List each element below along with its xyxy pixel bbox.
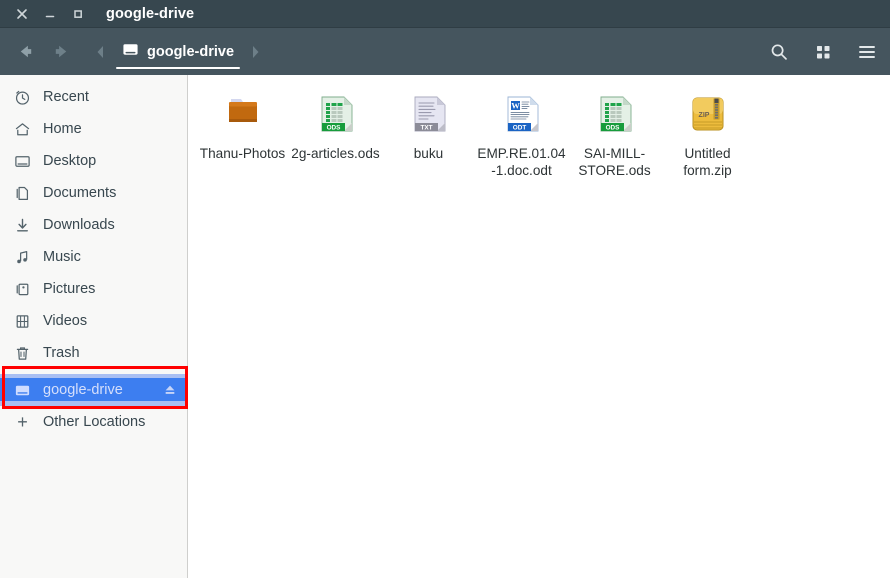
chevron-right-icon	[253, 45, 259, 58]
file-name: Thanu-Photos	[199, 146, 286, 161]
txt-file-icon: TXT	[404, 89, 454, 139]
back-button[interactable]	[10, 37, 40, 67]
sidebar-item-label: Trash	[43, 345, 80, 361]
toolbar-actions	[764, 28, 882, 75]
file-manager-window: google-drive google-drive Recent Home De…	[0, 0, 890, 578]
odt-file-icon: W ODT	[497, 89, 547, 139]
svg-text:TXT: TXT	[420, 124, 432, 131]
grid-view-icon	[817, 45, 830, 58]
file-item[interactable]: TXT buku	[382, 85, 475, 186]
chevron-left-icon	[97, 45, 103, 58]
sidebar: Recent Home Desktop Documents Downloads …	[0, 75, 188, 578]
svg-text:ZIP: ZIP	[698, 112, 709, 119]
minimize-icon	[45, 15, 55, 17]
folder-icon	[218, 89, 268, 139]
drive-icon	[14, 382, 31, 399]
sidebar-item-label: google-drive	[43, 382, 123, 398]
file-item[interactable]: Thanu-Photos	[196, 85, 289, 186]
file-name: SAI-MILL-STORE.ods	[578, 146, 651, 179]
file-name: 2g-articles.ods	[291, 146, 380, 161]
breadcrumb-label: google-drive	[147, 43, 235, 60]
trash-icon	[14, 345, 31, 362]
sidebar-item-trash[interactable]: Trash	[0, 337, 187, 369]
zip-file-icon: ZIP	[683, 89, 733, 139]
sidebar-item-home[interactable]: Home	[0, 113, 187, 145]
forward-button[interactable]	[46, 37, 76, 67]
sidebar-item-google-drive[interactable]: google-drive	[0, 374, 187, 406]
file-name: Untitled form.zip	[683, 146, 732, 179]
pathbar: google-drive	[92, 28, 264, 75]
toolbar: google-drive	[0, 28, 890, 75]
close-button[interactable]	[8, 0, 36, 28]
svg-text:W: W	[511, 100, 520, 110]
plus-icon: +	[17, 412, 28, 432]
sidebar-item-label: Downloads	[43, 217, 115, 233]
clock-icon	[14, 89, 31, 106]
pathbar-scroll-right-button[interactable]	[246, 28, 264, 75]
pathbar-scroll-left-button[interactable]	[92, 28, 110, 75]
arrow-left-icon	[20, 45, 31, 58]
sidebar-item-recent[interactable]: Recent	[0, 81, 187, 113]
titlebar: google-drive	[0, 0, 890, 28]
sidebar-item-label: Other Locations	[43, 414, 146, 430]
ods-file-icon: ODS	[590, 89, 640, 139]
downloads-icon	[14, 217, 31, 234]
svg-text:ODS: ODS	[326, 124, 341, 131]
minimize-button[interactable]	[36, 0, 64, 28]
sidebar-item-desktop[interactable]: Desktop	[0, 145, 187, 177]
maximize-button[interactable]	[64, 0, 92, 28]
sidebar-item-label: Home	[43, 121, 82, 137]
main-menu-button[interactable]	[852, 37, 882, 67]
sidebar-item-label: Videos	[43, 313, 88, 329]
sidebar-item-pictures[interactable]: Pictures	[0, 273, 187, 305]
desktop-icon	[14, 153, 31, 170]
videos-icon	[14, 313, 31, 330]
documents-icon	[14, 185, 31, 202]
maximize-icon	[74, 9, 82, 18]
svg-text:ODT: ODT	[512, 124, 526, 131]
home-icon	[14, 121, 31, 138]
sidebar-item-label: Desktop	[43, 153, 97, 169]
pictures-icon	[14, 281, 31, 298]
file-name: EMP.RE.01.04-1.doc.odt	[477, 146, 566, 179]
file-name: buku	[413, 146, 444, 161]
icon-view-grid: Thanu-Photos ODS 2g-articles.ods TXT buk…	[188, 81, 890, 186]
drive-icon	[122, 41, 139, 63]
svg-text:ODS: ODS	[605, 124, 620, 131]
file-item[interactable]: ZIP Untitled form.zip	[661, 85, 754, 186]
ods-file-icon: ODS	[311, 89, 361, 139]
eject-icon[interactable]	[161, 381, 179, 399]
file-item[interactable]: W ODT EMP.RE.01.04-1.doc.odt	[475, 85, 568, 186]
sidebar-item-videos[interactable]: Videos	[0, 305, 187, 337]
window-title: google-drive	[106, 5, 195, 22]
sidebar-item-label: Pictures	[43, 281, 96, 297]
sidebar-item-downloads[interactable]: Downloads	[0, 209, 187, 241]
search-button[interactable]	[764, 37, 794, 67]
search-icon	[771, 43, 787, 60]
sidebar-item-music[interactable]: Music	[0, 241, 187, 273]
close-icon	[17, 8, 27, 19]
view-options-button[interactable]	[808, 37, 838, 67]
breadcrumb-google-drive[interactable]: google-drive	[110, 28, 246, 75]
sidebar-item-other-locations[interactable]: + Other Locations	[0, 406, 187, 438]
navigation-buttons	[0, 37, 76, 67]
sidebar-item-documents[interactable]: Documents	[0, 177, 187, 209]
files-pane[interactable]: Thanu-Photos ODS 2g-articles.ods TXT buk…	[188, 75, 890, 578]
sidebar-item-label: Music	[43, 249, 81, 265]
music-icon	[14, 249, 31, 266]
sidebar-item-label: Recent	[43, 89, 89, 105]
window-body: Recent Home Desktop Documents Downloads …	[0, 75, 890, 578]
hamburger-menu-icon	[859, 45, 875, 58]
file-item[interactable]: ODS SAI-MILL-STORE.ods	[568, 85, 661, 186]
file-item[interactable]: ODS 2g-articles.ods	[289, 85, 382, 186]
arrow-right-icon	[55, 45, 66, 58]
sidebar-item-label: Documents	[43, 185, 117, 201]
